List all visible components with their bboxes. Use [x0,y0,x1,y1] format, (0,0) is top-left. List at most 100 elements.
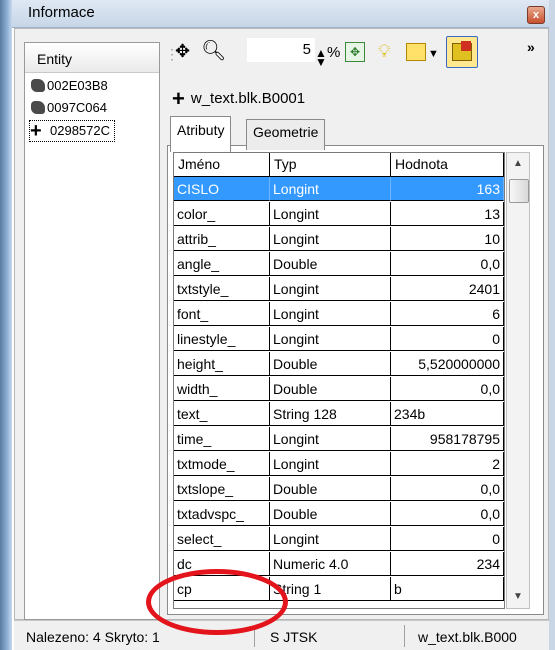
cell-name[interactable]: txtstyle_ [174,277,270,301]
cell-value[interactable]: b [391,577,504,601]
polygon-icon [31,101,45,114]
cell-type[interactable]: Longint [270,227,391,251]
cell-name[interactable]: height_ [174,352,270,376]
status-divider [404,625,405,647]
table-row[interactable]: angle_ Double 0,0 [174,252,504,276]
cell-value[interactable]: 234b [391,402,504,426]
table-row[interactable]: height_ Double 5,520000000 [174,352,504,376]
column-header-name[interactable]: Jméno [174,153,270,177]
cell-type[interactable]: Longint [270,277,391,301]
cell-type[interactable]: String 128 [270,402,391,426]
scroll-up-icon[interactable]: ▲ [507,153,529,175]
active-highlight-icon[interactable] [446,36,478,68]
attribute-grid[interactable]: Jméno Typ Hodnota CISLO Longint 163 color_ L… [173,152,505,609]
zoom-input[interactable]: 5 [247,38,315,62]
cell-value[interactable]: 6 [391,302,504,326]
table-row[interactable]: font_ Longint 6 [174,302,504,326]
overflow-icon[interactable]: » [527,36,535,58]
tab-geometrie[interactable]: Geometrie [246,119,326,150]
cell-type[interactable]: Longint [270,452,391,476]
cell-name[interactable]: attrib_ [174,227,270,251]
cell-name[interactable]: linestyle_ [174,327,270,351]
cell-type[interactable]: Double [270,252,391,276]
cell-type[interactable]: Numeric 4.0 [270,552,391,576]
bulb-icon[interactable]: 💡︎ [378,40,391,62]
scroll-thumb[interactable] [509,179,529,203]
cell-type[interactable]: Longint [270,427,391,451]
cell-name[interactable]: time_ [174,427,270,451]
cell-value[interactable]: 13 [391,202,504,226]
entity-item[interactable]: 002E03B8 [31,76,108,96]
cell-type[interactable]: Longint [270,527,391,551]
cell-name[interactable]: txtslope_ [174,477,270,501]
cell-name[interactable]: angle_ [174,252,270,276]
cell-type[interactable]: Double [270,352,391,376]
cell-value[interactable]: 958178795 [391,427,504,451]
cell-name[interactable]: text_ [174,402,270,426]
table-row[interactable]: time_ Longint 958178795 [174,427,504,451]
table-row[interactable]: attrib_ Longint 10 [174,227,504,251]
cell-value[interactable]: 234 [391,552,504,576]
cell-value[interactable]: 0,0 [391,502,504,526]
cell-type[interactable]: Double [270,502,391,526]
table-row[interactable]: txtslope_ Double 0,0 [174,477,504,501]
cell-value[interactable]: 0 [391,527,504,551]
close-icon: x [532,9,540,21]
table-row[interactable]: linestyle_ Longint 0 [174,327,504,351]
status-bar: Nalezeno: 4 Skryto: 1 S JTSK w_text.blk.… [14,620,549,650]
polygon-icon [31,79,45,92]
search-icon[interactable]: 🔍︎ [201,40,226,62]
cell-value[interactable]: 0,0 [391,477,504,501]
cell-type[interactable]: Longint [270,177,391,201]
cell-value[interactable]: 0,0 [391,377,504,401]
object-name: w_text.blk.B0001 [190,90,306,107]
cell-name[interactable]: font_ [174,302,270,326]
cell-type[interactable]: String 1 [270,577,391,601]
cell-value[interactable]: 10 [391,227,504,251]
cell-type[interactable]: Longint [270,327,391,351]
column-header-type[interactable]: Typ [270,153,391,177]
object-label: + w_text.blk.B0001 [172,86,305,112]
entity-item[interactable]: 0097C064 [31,98,107,118]
close-button[interactable]: x [527,6,545,24]
title-bar[interactable]: Informace [12,0,549,28]
table-row[interactable]: select_ Longint 0 [174,527,504,551]
table-row[interactable]: txtadvspc_ Double 0,0 [174,502,504,526]
spin-down-icon[interactable]: ▼ [315,51,327,73]
cell-value[interactable]: 163 [391,177,504,201]
window-frame-right [549,0,555,650]
cell-name[interactable]: width_ [174,377,270,401]
cell-type[interactable]: Double [270,377,391,401]
entity-list-header[interactable]: Entity [25,43,159,73]
table-row[interactable]: width_ Double 0,0 [174,377,504,401]
vertical-scrollbar[interactable]: ▲ ▼ [506,152,530,609]
cell-value[interactable]: 0 [391,327,504,351]
table-row[interactable]: text_ String 128 234b [174,402,504,426]
cross-icon: + [172,86,185,111]
cell-name[interactable]: txtmode_ [174,452,270,476]
entity-item-selected[interactable]: +0298572C [29,120,115,142]
cell-value[interactable]: 2401 [391,277,504,301]
zoom-fit-icon[interactable]: ✥ [345,42,365,62]
cell-name[interactable]: txtadvspc_ [174,502,270,526]
table-row[interactable]: color_ Longint 13 [174,202,504,226]
cross-icon: + [30,120,42,142]
cell-value[interactable]: 2 [391,452,504,476]
table-row[interactable]: txtmode_ Longint 2 [174,452,504,476]
cell-name[interactable]: CISLO [174,177,270,201]
cell-name[interactable]: select_ [174,527,270,551]
scroll-down-icon[interactable]: ▼ [507,586,529,608]
table-row[interactable]: txtstyle_ Longint 2401 [174,277,504,301]
cell-name[interactable]: color_ [174,202,270,226]
cell-type[interactable]: Double [270,477,391,501]
cell-value[interactable]: 5,520000000 [391,352,504,376]
cell-type[interactable]: Longint [270,202,391,226]
tab-atributy[interactable]: Atributy [170,116,232,152]
highlight-icon[interactable] [406,43,426,61]
dropdown-icon[interactable]: ▼ [428,43,439,65]
column-header-value[interactable]: Hodnota [391,153,504,177]
cell-type[interactable]: Longint [270,302,391,326]
move-icon[interactable]: ✥ [175,40,190,62]
table-row[interactable]: CISLO Longint 163 [174,177,504,201]
cell-value[interactable]: 0,0 [391,252,504,276]
